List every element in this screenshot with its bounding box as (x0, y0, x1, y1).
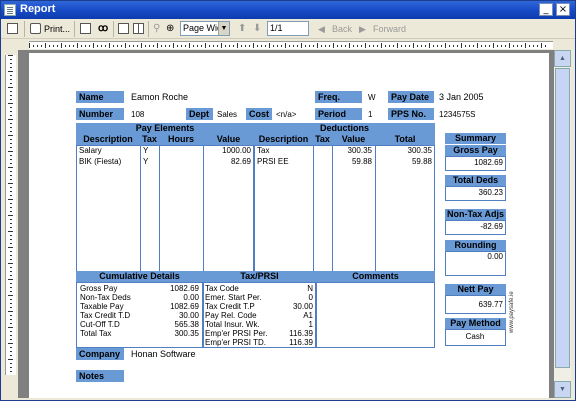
cumulative-row-value: 300.35 (174, 329, 199, 338)
cumulative-row-label: Total Tax (80, 329, 112, 338)
ded-col-tax: Tax (313, 134, 332, 145)
nett-pay-label: Nett Pay (445, 284, 506, 295)
forward-button[interactable]: Forward (373, 22, 406, 36)
vertical-ruler (5, 55, 16, 375)
pay-col-tax: Tax (140, 134, 159, 145)
period-label: Period (315, 108, 362, 120)
watermark-text: www.paysafe.ie (509, 291, 515, 333)
pps-value: 1234575S (439, 110, 476, 119)
printer-icon[interactable] (30, 23, 41, 34)
back-button[interactable]: Back (332, 22, 352, 36)
tax-prsi-row-value: 116.39 (289, 338, 313, 347)
pay-row-tax: Y (143, 157, 149, 166)
dept-label: Dept (186, 108, 213, 120)
rounding-label: Rounding (445, 240, 506, 251)
total-deds-label: Total Deds (445, 175, 506, 186)
title-bar: Report _ × (1, 1, 575, 19)
page-number-value: 1/1 (270, 23, 283, 33)
page-setup-icon[interactable] (7, 23, 18, 34)
pay-col-hours: Hours (159, 134, 203, 145)
notes-label: Notes (76, 370, 124, 382)
rounding-value: 0.00 (487, 252, 503, 261)
pay-col-description: Description (76, 134, 140, 145)
minimize-button[interactable]: _ (539, 3, 553, 16)
pay-col-value: Value (203, 134, 254, 145)
zoom-in-icon[interactable]: ⊕ (166, 22, 174, 36)
non-tax-adjs-value: -82.69 (480, 222, 503, 231)
summary-title: Summary (445, 133, 506, 144)
horizontal-ruler (1, 39, 575, 50)
company-label: Company (76, 348, 124, 360)
single-page-icon[interactable] (118, 23, 129, 34)
period-value: 1 (368, 110, 373, 119)
ded-row-desc: PRSI EE (257, 157, 289, 166)
pay-date-value: 3 Jan 2005 (439, 92, 484, 102)
window-title: Report (20, 3, 56, 15)
pay-method-value: Cash (465, 332, 485, 341)
find-binoculars-icon[interactable]: ꝏ (98, 22, 108, 36)
scroll-up-icon[interactable]: ▲ (554, 50, 571, 67)
back-arrow-icon[interactable]: ◀ (318, 22, 325, 36)
chevron-down-icon[interactable]: ▼ (218, 22, 229, 35)
copy-icon[interactable] (80, 23, 91, 34)
pps-label: PPS No. (388, 108, 434, 120)
comments-box (316, 282, 435, 348)
ded-row-total: 300.35 (407, 146, 432, 155)
ded-col-value: Value (332, 134, 375, 145)
name-value: Eamon Roche (131, 92, 189, 102)
number-label: Number (76, 108, 124, 120)
cumulative-details-title: Cumulative Details (76, 271, 203, 282)
ded-row-value: 300.35 (347, 146, 372, 155)
company-value: Honan Software (131, 349, 196, 359)
vertical-scrollbar[interactable]: ▲ ▼ (554, 50, 571, 398)
nett-pay-value: 639.77 (478, 300, 503, 309)
multi-page-icon[interactable] (133, 23, 144, 34)
pay-row-value: 82.69 (230, 157, 251, 166)
tax-prsi-row-label: Emp'er PRSI TD. (205, 338, 266, 347)
ded-col-description: Description (254, 134, 313, 145)
ded-col-total: Total (375, 134, 435, 145)
zoom-select[interactable]: Page Wid ▼ (180, 21, 230, 36)
report-window-icon (4, 4, 16, 16)
report-window: Report _ × Print... ꝏ ⚲ ⊕ Page Wid ▼ ⬆ ⬇… (0, 0, 576, 401)
scroll-thumb[interactable] (555, 68, 570, 368)
previous-page-icon[interactable]: ⬆ (238, 22, 246, 36)
name-label: Name (76, 91, 124, 103)
deductions-title: Deductions (254, 123, 435, 134)
ded-row-total: 59.88 (411, 157, 432, 166)
pay-row-desc: Salary (79, 146, 102, 155)
scroll-down-icon[interactable]: ▼ (554, 381, 571, 398)
zoom-value: Page Wid (183, 23, 223, 33)
print-button[interactable]: Print... (44, 22, 70, 36)
gross-pay-value: 1082.69 (474, 158, 503, 167)
pay-row-tax: Y (143, 146, 149, 155)
tax-prsi-title: Tax/PRSI (203, 271, 316, 282)
non-tax-adjs-label: Non-Tax Adjs (445, 209, 506, 220)
gross-pay-label: Gross Pay (445, 145, 506, 156)
forward-arrow-icon[interactable]: ▶ (359, 22, 366, 36)
pay-date-label: Pay Date (388, 91, 434, 103)
comments-title: Comments (316, 271, 435, 282)
cost-label: Cost (246, 108, 272, 120)
ded-row-value: 59.88 (351, 157, 372, 166)
pay-elements-title: Pay Elements (76, 123, 254, 134)
report-page: Name Eamon Roche Freq. W Pay Date 3 Jan … (29, 53, 549, 398)
number-value: 108 (131, 110, 145, 119)
dept-value: Sales (217, 110, 238, 119)
page-number-field[interactable]: 1/1 (267, 21, 309, 36)
pay-row-desc: BIK (Fiesta) (79, 157, 122, 166)
pay-row-value: 1000.00 (222, 146, 251, 155)
zoom-out-icon[interactable]: ⚲ (153, 22, 160, 36)
freq-label: Freq. (315, 91, 362, 103)
cost-value: <n/a> (276, 110, 297, 119)
close-button[interactable]: × (556, 3, 570, 16)
next-page-icon[interactable]: ⬇ (253, 22, 261, 36)
freq-value: W (368, 93, 376, 102)
ded-row-desc: Tax (257, 146, 270, 155)
total-deds-value: 360.23 (478, 188, 503, 197)
toolbar: Print... ꝏ ⚲ ⊕ Page Wid ▼ ⬆ ⬇ 1/1 ◀ Back… (1, 19, 575, 39)
report-viewport[interactable]: Name Eamon Roche Freq. W Pay Date 3 Jan … (18, 50, 554, 398)
pay-method-label: Pay Method (445, 318, 506, 329)
